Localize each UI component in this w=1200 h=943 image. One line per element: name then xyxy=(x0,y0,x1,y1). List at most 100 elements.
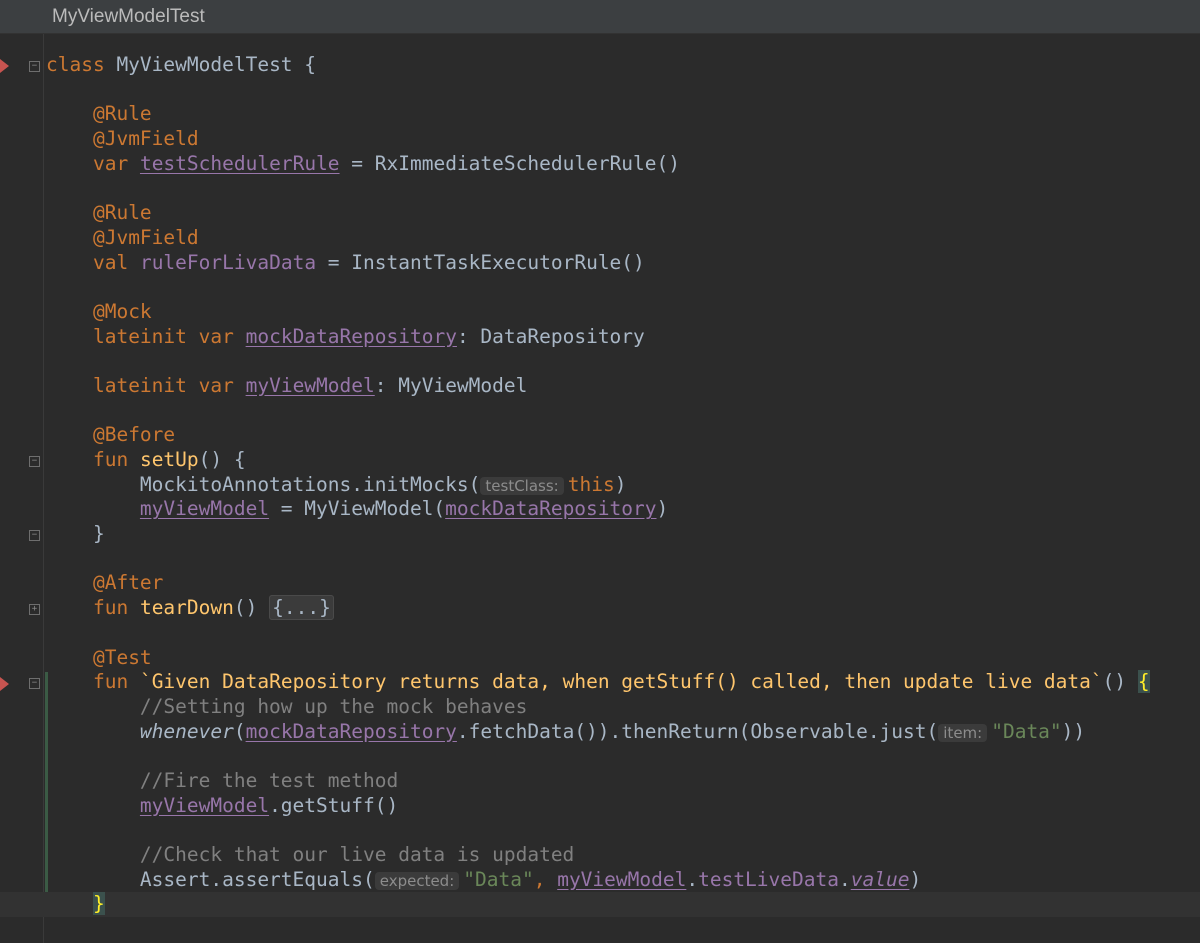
code-line-8: @JvmField xyxy=(46,226,1196,251)
code-text: MockitoAnnotations.initMocks( xyxy=(139,472,481,496)
annotation: @Test xyxy=(92,645,152,669)
comment: //Fire the test method xyxy=(139,768,399,792)
annotation: @Mock xyxy=(92,299,152,323)
code-line-23: fun tearDown() {...} xyxy=(46,595,1196,621)
code-line-26: fun `Given DataRepository returns data, … xyxy=(46,670,1196,695)
code-line-35: } xyxy=(0,892,1200,918)
code-line-33: //Check that our live data is updated xyxy=(46,843,1196,868)
annotation: @After xyxy=(92,571,164,595)
keyword: fun xyxy=(92,670,129,694)
code-line-30: //Fire the test method xyxy=(46,769,1196,794)
keyword: fun xyxy=(92,596,129,620)
annotation: @JvmField xyxy=(92,225,199,249)
code-text: : DataRepository xyxy=(456,324,645,348)
property-ref[interactable]: mockDataRepository xyxy=(246,325,457,348)
folded-region[interactable]: {...} xyxy=(269,595,334,621)
code-text: . xyxy=(838,867,851,891)
code-line-27: //Setting how up the mock behaves xyxy=(46,695,1196,720)
property-ref[interactable]: mockDataRepository xyxy=(246,720,457,743)
parameter-hint: item: xyxy=(938,723,988,742)
code-line-14: lateinit var myViewModel: MyViewModel xyxy=(46,374,1196,399)
code-line-17: fun setUp() { xyxy=(46,448,1196,473)
code-line-3: @Rule xyxy=(46,102,1196,127)
keyword: fun xyxy=(92,448,129,471)
code-line-16: @Before xyxy=(46,423,1196,448)
code-editor[interactable]: class MyViewModelTest { @Rule @JvmField … xyxy=(0,53,1200,918)
code-line-1: class MyViewModelTest { xyxy=(46,53,1196,78)
code-line-20: } xyxy=(46,522,1196,547)
code-text: ( xyxy=(233,719,246,743)
run-class-icon[interactable] xyxy=(0,59,9,73)
code-text: ) xyxy=(909,867,922,891)
comment: //Setting how up the mock behaves xyxy=(139,694,528,718)
function-name: setUp xyxy=(139,448,199,471)
code-line-11: @Mock xyxy=(46,300,1196,325)
fold-class-icon[interactable] xyxy=(29,61,40,72)
code-line-7: @Rule xyxy=(46,201,1196,226)
matched-brace: } xyxy=(92,892,105,916)
annotation: @Rule xyxy=(92,201,152,225)
tab-myviewmodeltest[interactable]: MyViewModelTest xyxy=(36,0,221,34)
function-call: whenever xyxy=(139,719,234,743)
code-text: = RxImmediateSchedulerRule() xyxy=(339,151,681,175)
keyword: class xyxy=(46,53,105,76)
code-text: () xyxy=(1102,670,1138,694)
code-line-22: @After xyxy=(46,571,1196,596)
code-text: , xyxy=(533,867,558,891)
keyword: lateinit var xyxy=(92,373,234,397)
code-text: : MyViewModel xyxy=(374,373,528,397)
code-line-31: myViewModel.getStuff() xyxy=(46,794,1196,819)
keyword: val xyxy=(92,250,129,274)
code-line-28: whenever(mockDataRepository.fetchData())… xyxy=(46,720,1196,745)
property-ref[interactable]: myViewModel xyxy=(140,794,269,817)
editor-gutter xyxy=(0,34,44,943)
class-name: MyViewModelTest { xyxy=(104,53,317,76)
matched-brace: { xyxy=(1137,670,1150,694)
code-text: } xyxy=(92,522,105,546)
code-text: .getStuff() xyxy=(269,793,399,817)
code-line-4: @JvmField xyxy=(46,127,1196,152)
code-text: () { xyxy=(198,448,246,471)
code-text: = InstantTaskExecutorRule() xyxy=(316,250,645,274)
property-ref[interactable]: mockDataRepository xyxy=(445,497,656,520)
code-text: Assert.assertEquals( xyxy=(139,867,375,891)
keyword: this xyxy=(567,472,615,496)
property-ref[interactable]: value xyxy=(851,868,910,891)
code-text: ) xyxy=(614,472,627,496)
property-ref[interactable]: myViewModel xyxy=(140,497,269,520)
property-ref[interactable]: ruleForLivaData xyxy=(140,251,316,274)
editor-tab-bar: MyViewModelTest xyxy=(0,0,1200,34)
code-text: . xyxy=(686,867,699,891)
parameter-hint: expected: xyxy=(374,871,460,890)
code-text: .fetchData()).thenReturn(Observable.just… xyxy=(456,719,939,743)
keyword: var xyxy=(92,151,129,175)
parameter-hint: testClass: xyxy=(480,476,564,495)
code-line-9: val ruleForLivaData = InstantTaskExecuto… xyxy=(46,251,1196,276)
property-ref[interactable]: myViewModel xyxy=(246,374,375,397)
annotation: @JvmField xyxy=(92,127,199,151)
property-ref[interactable]: testSchedulerRule xyxy=(140,152,340,175)
string-literal: "Data" xyxy=(463,867,534,891)
code-line-19: myViewModel = MyViewModel(mockDataReposi… xyxy=(46,497,1196,522)
run-test-icon[interactable] xyxy=(0,677,9,691)
expand-teardown-icon[interactable] xyxy=(29,604,40,615)
fold-setup-icon[interactable] xyxy=(29,456,40,467)
property-ref[interactable]: testLiveData xyxy=(698,868,839,891)
string-literal: "Data" xyxy=(991,719,1062,743)
code-text: )) xyxy=(1061,719,1086,743)
code-line-12: lateinit var mockDataRepository: DataRep… xyxy=(46,325,1196,350)
fold-setup-end-icon[interactable] xyxy=(29,530,40,541)
fold-test-icon[interactable] xyxy=(29,678,40,689)
code-text: () xyxy=(233,596,270,620)
property-ref[interactable]: myViewModel xyxy=(557,868,686,891)
annotation: @Before xyxy=(92,423,176,447)
